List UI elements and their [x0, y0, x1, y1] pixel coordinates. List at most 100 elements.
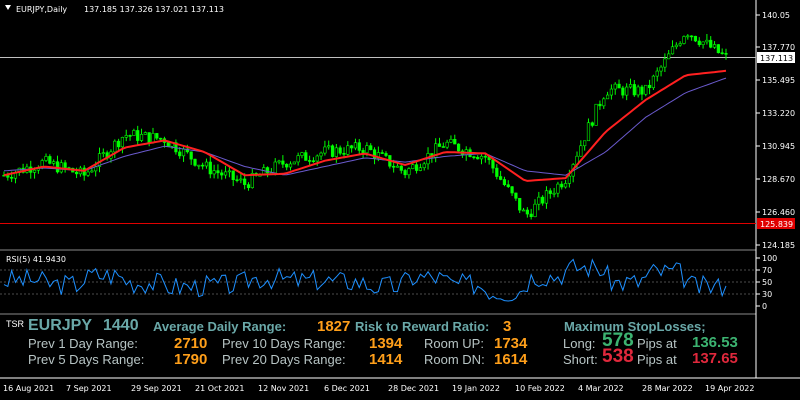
short-pips: 538 — [602, 346, 634, 367]
candle-body — [44, 156, 48, 161]
candle-body — [579, 145, 583, 157]
candle-body — [159, 137, 163, 140]
time-tick: 28 Dec 2021 — [388, 384, 439, 393]
time-tick: 12 Nov 2021 — [258, 384, 309, 393]
candle-body — [655, 70, 659, 77]
price-tick: 130.945 — [762, 142, 795, 151]
candle-body — [445, 141, 449, 148]
candle-body — [334, 147, 338, 157]
time-tick: 7 Sep 2021 — [66, 384, 112, 393]
candle-body — [510, 186, 514, 194]
short-price: 137.65 — [692, 350, 738, 367]
candle-body — [128, 135, 132, 137]
candle-body — [143, 132, 147, 135]
candle-body — [113, 140, 117, 153]
candle-body — [315, 155, 319, 162]
time-tick: 16 Aug 2021 — [3, 384, 54, 393]
short-pips-at: Pips at — [637, 352, 677, 367]
candle-body — [407, 168, 411, 176]
candle-body — [449, 139, 453, 143]
candle-body — [682, 36, 686, 44]
candle-body — [506, 184, 510, 187]
price-tick: 135.495 — [762, 76, 795, 85]
candle-body — [231, 170, 235, 181]
time-tick: 28 Mar 2022 — [642, 384, 693, 393]
candle-body — [690, 35, 694, 38]
candle-body — [636, 86, 640, 96]
candle-body — [342, 152, 346, 155]
candle-body — [720, 52, 724, 55]
candle-body — [667, 53, 671, 60]
candle-body — [369, 145, 373, 151]
candle-body — [472, 156, 476, 159]
candle-body — [609, 88, 613, 96]
candle-body — [613, 83, 617, 90]
prev1-label: Prev 1 Day Range: — [28, 336, 138, 351]
price-tick: 137.770 — [762, 43, 795, 52]
panel-timeframe: 1440 — [103, 317, 139, 334]
candle-body — [208, 161, 212, 175]
candle-body — [357, 142, 361, 151]
candle-body — [193, 158, 197, 166]
stop-level-label: 125.839 — [760, 220, 793, 229]
candle-body — [86, 171, 90, 176]
candle-body — [705, 39, 709, 43]
candle-body — [594, 103, 598, 126]
candle-body — [693, 35, 698, 42]
candle-body — [239, 178, 243, 181]
candle-body — [686, 35, 690, 38]
rsi-tick: 50 — [762, 278, 772, 287]
candle-body — [605, 94, 610, 100]
candle-body — [74, 171, 79, 175]
room-dn-value: 1614 — [494, 351, 528, 368]
current-price-label: 137.113 — [760, 54, 793, 63]
rsi-tick: 30 — [762, 290, 772, 299]
candle-body — [453, 139, 457, 145]
candle-body — [533, 203, 537, 218]
candle-body — [6, 175, 10, 178]
candle-body — [117, 140, 121, 148]
candle-body — [541, 196, 545, 204]
candle-body — [223, 171, 228, 176]
candle-body — [628, 84, 633, 88]
candle-body — [647, 84, 652, 89]
adr-value: 1827 — [317, 318, 351, 335]
candle-body — [399, 165, 403, 171]
candle-body — [552, 192, 556, 195]
max-sl-label: Maximum StopLosses; — [564, 319, 706, 334]
time-tick: 21 Oct 2021 — [195, 384, 244, 393]
candle-body — [441, 146, 445, 148]
candle-body — [311, 160, 316, 163]
candle-body — [197, 164, 201, 167]
candle-body — [403, 170, 407, 176]
candle-body — [124, 135, 128, 138]
candle-body — [273, 161, 277, 174]
candle-body — [220, 172, 224, 176]
candle-body — [166, 142, 170, 147]
collapse-arrow-icon[interactable] — [5, 5, 11, 10]
prev5-value: 1790 — [174, 351, 208, 368]
price-tick: 140.05 — [762, 11, 790, 20]
candle-body — [63, 162, 67, 168]
prev1-value: 2710 — [174, 335, 208, 352]
candle-body — [181, 148, 186, 157]
candle-body — [544, 190, 549, 204]
candle-body — [277, 160, 281, 163]
rsi-line — [3, 258, 727, 302]
time-tick: 19 Apr 2022 — [705, 384, 754, 393]
prev5-label: Prev 5 Days Range: — [28, 352, 145, 367]
candle-body — [632, 84, 636, 96]
candle-body — [456, 143, 461, 152]
candle-body — [395, 165, 400, 168]
candle-body — [392, 165, 396, 168]
candle-body — [338, 147, 342, 154]
candle-body — [411, 164, 415, 169]
candle-body — [204, 161, 209, 167]
candle-body — [246, 184, 251, 188]
candle-body — [583, 140, 587, 147]
candle-body — [560, 183, 564, 188]
price-tick: 124.185 — [762, 241, 795, 250]
time-tick: 4 Mar 2022 — [578, 384, 624, 393]
candle-body — [418, 167, 422, 171]
adr-label: Average Daily Range: — [153, 319, 287, 334]
